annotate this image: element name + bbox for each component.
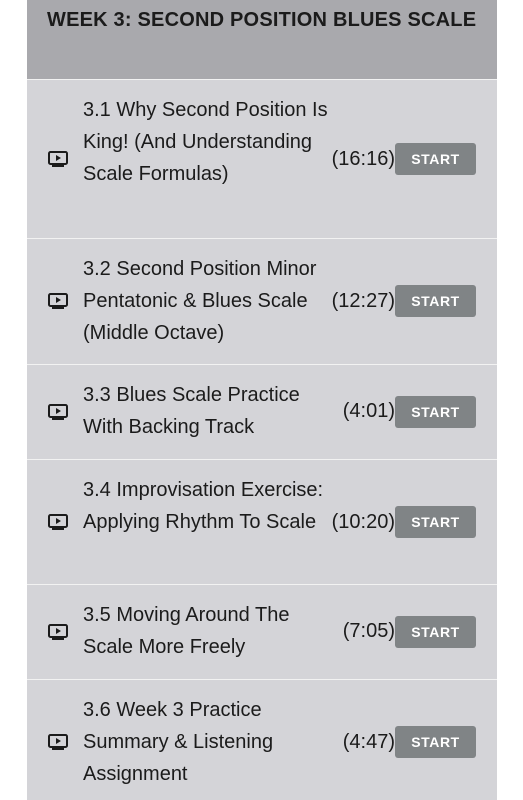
lesson-title[interactable]: 3.1 Why Second Position Is King! (And Un… bbox=[83, 94, 333, 190]
lesson-duration: (7:05) bbox=[342, 620, 395, 642]
lesson-title[interactable]: 3.2 Second Position Minor Pentatonic & B… bbox=[83, 253, 333, 349]
start-button[interactable]: START bbox=[395, 396, 476, 428]
video-play-icon bbox=[48, 624, 68, 640]
lesson-row[interactable]: 3.3 Blues Scale Practice With Backing Tr… bbox=[27, 365, 497, 460]
video-play-icon bbox=[48, 404, 68, 420]
video-play-icon bbox=[48, 293, 68, 309]
video-play-icon bbox=[48, 151, 68, 167]
lesson-title[interactable]: 3.4 Improvisation Exercise: Applying Rhy… bbox=[83, 474, 333, 538]
week-header: WEEK 3: SECOND POSITION BLUES SCALE bbox=[27, 0, 497, 80]
lesson-title[interactable]: 3.3 Blues Scale Practice With Backing Tr… bbox=[83, 379, 333, 443]
lesson-title[interactable]: 3.5 Moving Around The Scale More Freely bbox=[83, 599, 333, 663]
lesson-row[interactable]: 3.5 Moving Around The Scale More Freely … bbox=[27, 585, 497, 680]
lesson-duration: (4:01) bbox=[342, 400, 395, 422]
start-button[interactable]: START bbox=[395, 285, 476, 317]
week-title: WEEK 3: SECOND POSITION BLUES SCALE bbox=[47, 9, 477, 31]
start-button[interactable]: START bbox=[395, 616, 476, 648]
lesson-duration: (4:47) bbox=[342, 731, 395, 753]
page: WEEK 3: SECOND POSITION BLUES SCALE 3.1 … bbox=[0, 0, 523, 800]
lesson-title[interactable]: 3.6 Week 3 Practice Summary & Listening … bbox=[83, 694, 333, 790]
start-button[interactable]: START bbox=[395, 143, 476, 175]
video-play-icon bbox=[48, 514, 68, 530]
lesson-row[interactable]: 3.2 Second Position Minor Pentatonic & B… bbox=[27, 239, 497, 365]
lesson-row[interactable]: 3.4 Improvisation Exercise: Applying Rhy… bbox=[27, 460, 497, 585]
start-button[interactable]: START bbox=[395, 506, 476, 538]
start-button[interactable]: START bbox=[395, 726, 476, 758]
lesson-row[interactable]: 3.6 Week 3 Practice Summary & Listening … bbox=[27, 680, 497, 800]
lesson-duration: (10:20) bbox=[331, 511, 395, 533]
lesson-duration: (12:27) bbox=[331, 290, 395, 312]
lesson-row[interactable]: 3.1 Why Second Position Is King! (And Un… bbox=[27, 80, 497, 239]
video-play-icon bbox=[48, 734, 68, 750]
week-section-card: WEEK 3: SECOND POSITION BLUES SCALE 3.1 … bbox=[27, 0, 497, 800]
lesson-duration: (16:16) bbox=[331, 148, 395, 170]
